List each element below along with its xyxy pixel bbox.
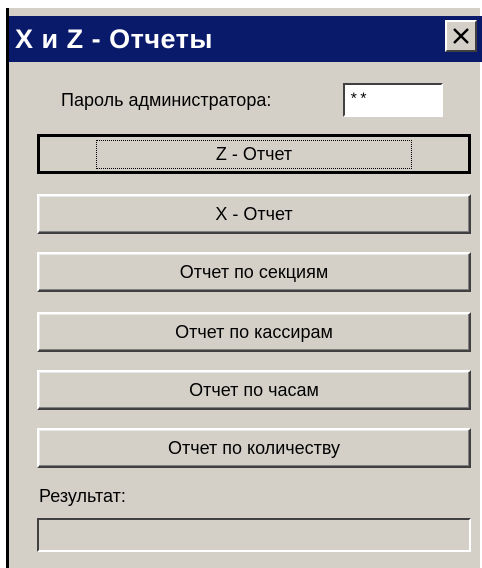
hours-report-label: Отчет по часам bbox=[189, 379, 319, 400]
hours-report-button[interactable]: Отчет по часам bbox=[37, 370, 471, 410]
window-title: X и Z - Отчеты bbox=[15, 24, 213, 54]
x-report-button[interactable]: X - Отчет bbox=[37, 194, 471, 234]
close-button[interactable] bbox=[445, 20, 477, 52]
quantity-report-button[interactable]: Отчет по количеству bbox=[37, 428, 471, 468]
cashiers-report-button[interactable]: Отчет по кассирам bbox=[37, 312, 471, 352]
sections-report-button[interactable]: Отчет по секциям bbox=[37, 252, 471, 292]
cashiers-report-label: Отчет по кассирам bbox=[175, 321, 333, 342]
z-report-label: Z - Отчет bbox=[95, 139, 413, 169]
reports-dialog: X и Z - Отчеты Пароль администратора: Z … bbox=[6, 8, 482, 568]
password-label: Пароль администратора: bbox=[61, 90, 272, 110]
password-field[interactable] bbox=[343, 83, 443, 117]
result-field bbox=[37, 518, 471, 552]
result-label: Результат: bbox=[39, 486, 126, 506]
z-report-button[interactable]: Z - Отчет bbox=[37, 134, 471, 174]
sections-report-label: Отчет по секциям bbox=[179, 261, 329, 282]
title-bar[interactable]: X и Z - Отчеты bbox=[9, 16, 482, 62]
quantity-report-label: Отчет по количеству bbox=[167, 437, 341, 458]
close-icon bbox=[453, 28, 469, 44]
x-report-label: X - Отчет bbox=[215, 203, 293, 224]
